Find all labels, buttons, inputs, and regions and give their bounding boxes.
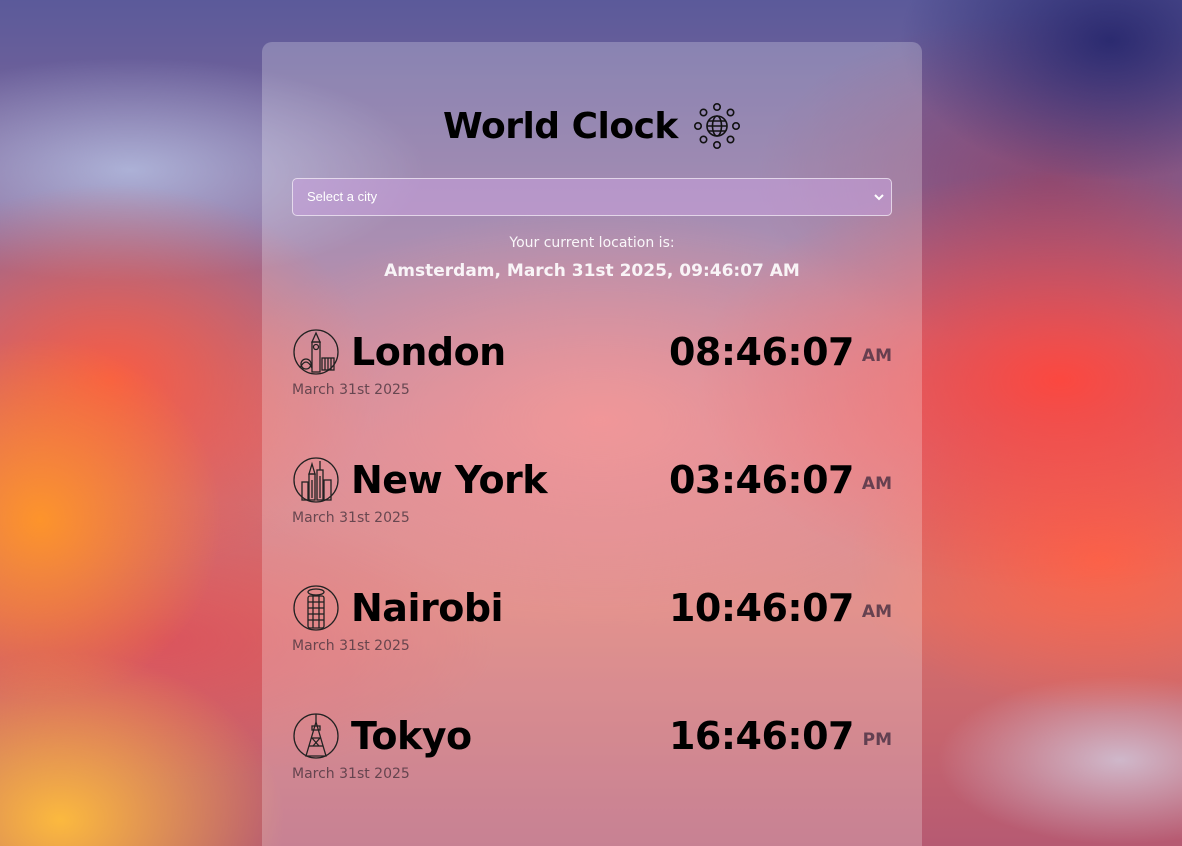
city-row-nairobi: Nairobi March 31st 2025 10:46:07 AM (292, 584, 892, 664)
city-ampm: PM (862, 730, 892, 750)
city-date: March 31st 2025 (292, 638, 410, 654)
city-select-value: Select a city (307, 189, 378, 204)
city-time: 03:46:07 (668, 458, 855, 502)
city-ampm: AM (861, 602, 892, 622)
city-date: March 31st 2025 (292, 510, 410, 526)
city-name: London (351, 330, 506, 374)
city-name: Tokyo (351, 714, 472, 758)
current-location-value: Amsterdam, March 31st 2025, 09:46:07 AM (384, 261, 800, 281)
city-select[interactable]: Select a city (292, 178, 892, 216)
city-name: Nairobi (351, 586, 504, 630)
current-location-label: Your current location is: (509, 235, 675, 251)
city-time: 10:46:07 (668, 586, 855, 630)
city-time: 16:46:07 (668, 714, 855, 758)
tower-building-icon (293, 585, 339, 631)
city-time: 08:46:07 (668, 330, 855, 374)
city-name: New York (351, 458, 548, 502)
city-ampm: AM (861, 346, 892, 366)
city-date: March 31st 2025 (292, 766, 410, 782)
globe-network-icon (693, 102, 740, 149)
tokyo-tower-icon (293, 713, 339, 759)
world-clock-panel: World Clock Select a city Your current l… (262, 42, 922, 846)
city-row-london: London March 31st 2025 08:46:07 AM (292, 328, 892, 408)
page-title: World Clock (443, 105, 678, 147)
big-ben-icon (293, 329, 339, 375)
city-row-tokyo: Tokyo March 31st 2025 16:46:07 PM (292, 712, 892, 792)
city-ampm: AM (861, 474, 892, 494)
skyline-icon (293, 457, 339, 503)
header: World Clock (262, 102, 922, 152)
chevron-down-icon (874, 194, 884, 201)
city-row-new-york: New York March 31st 2025 03:46:07 AM (292, 456, 892, 536)
city-date: March 31st 2025 (292, 382, 410, 398)
